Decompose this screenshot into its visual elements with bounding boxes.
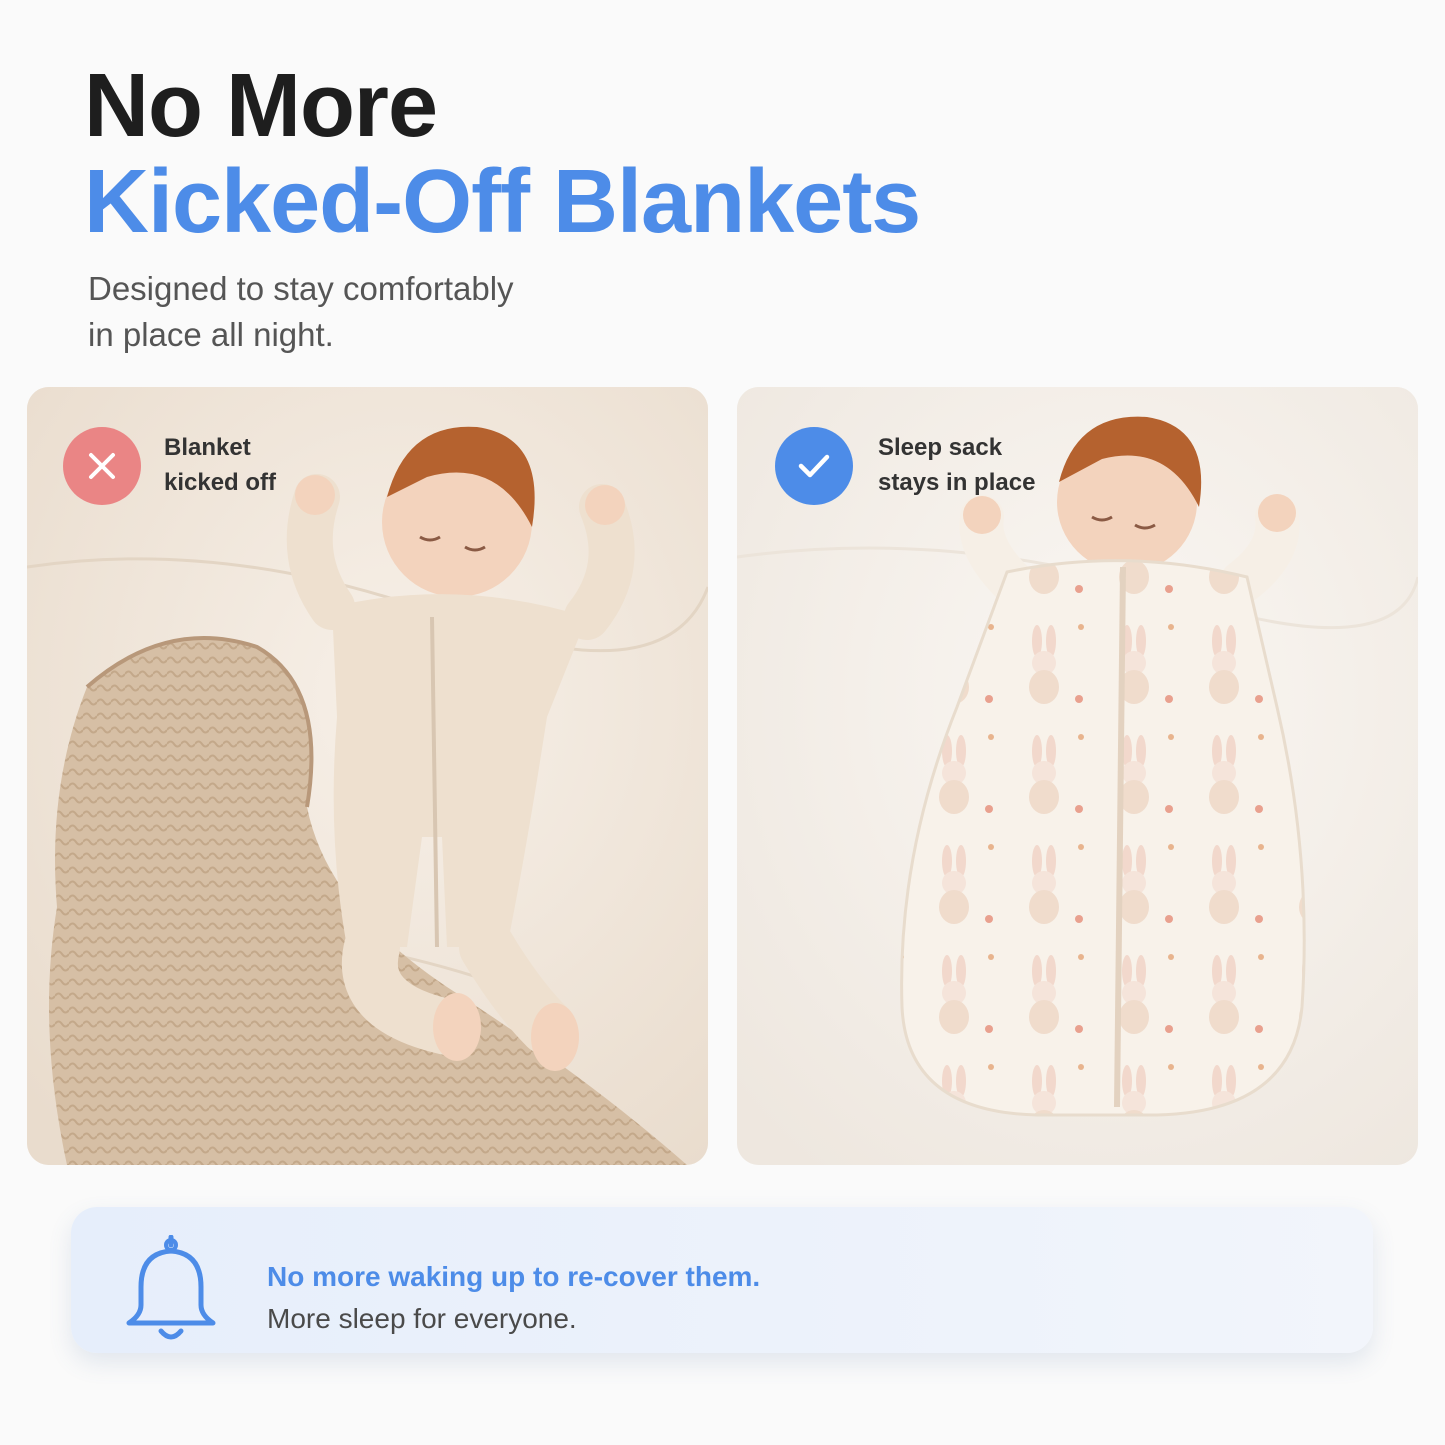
status-label-line-2: stays in place [878, 469, 1036, 496]
checkmark-icon [775, 427, 853, 505]
comparison-panel-sleep-sack: Sleep sack stays in place [737, 387, 1418, 1165]
benefit-callout: No more waking up to re-cover them. More… [71, 1207, 1373, 1353]
headline: No More Kicked-Off Blankets [84, 56, 921, 252]
comparison-panel-blanket: Blanket kicked off [27, 387, 708, 1165]
baby-with-blanket-photo [27, 387, 708, 1165]
status-label-line-1: Sleep sack [878, 434, 1003, 461]
status-label-blanket: Blanket kicked off [164, 430, 276, 500]
callout-title: No more waking up to re-cover them. [267, 1261, 761, 1292]
bell-icon [126, 1235, 216, 1340]
headline-line-1: No More [84, 56, 438, 156]
baby-in-sleep-sack-photo [737, 387, 1418, 1165]
x-icon [63, 427, 141, 505]
callout-body: More sleep for everyone. [267, 1303, 577, 1334]
status-label-line-1: Blanket [164, 434, 251, 461]
subheadline-line-2: in place all night. [88, 316, 334, 353]
subheadline: Designed to stay comfortably in place al… [88, 266, 514, 358]
subheadline-line-1: Designed to stay comfortably [88, 270, 514, 307]
headline-line-2: Kicked-Off Blankets [84, 152, 921, 252]
callout-text: No more waking up to re-cover them. More… [267, 1259, 760, 1337]
status-label-line-2: kicked off [164, 469, 277, 496]
status-label-sleep-sack: Sleep sack stays in place [878, 430, 1035, 500]
